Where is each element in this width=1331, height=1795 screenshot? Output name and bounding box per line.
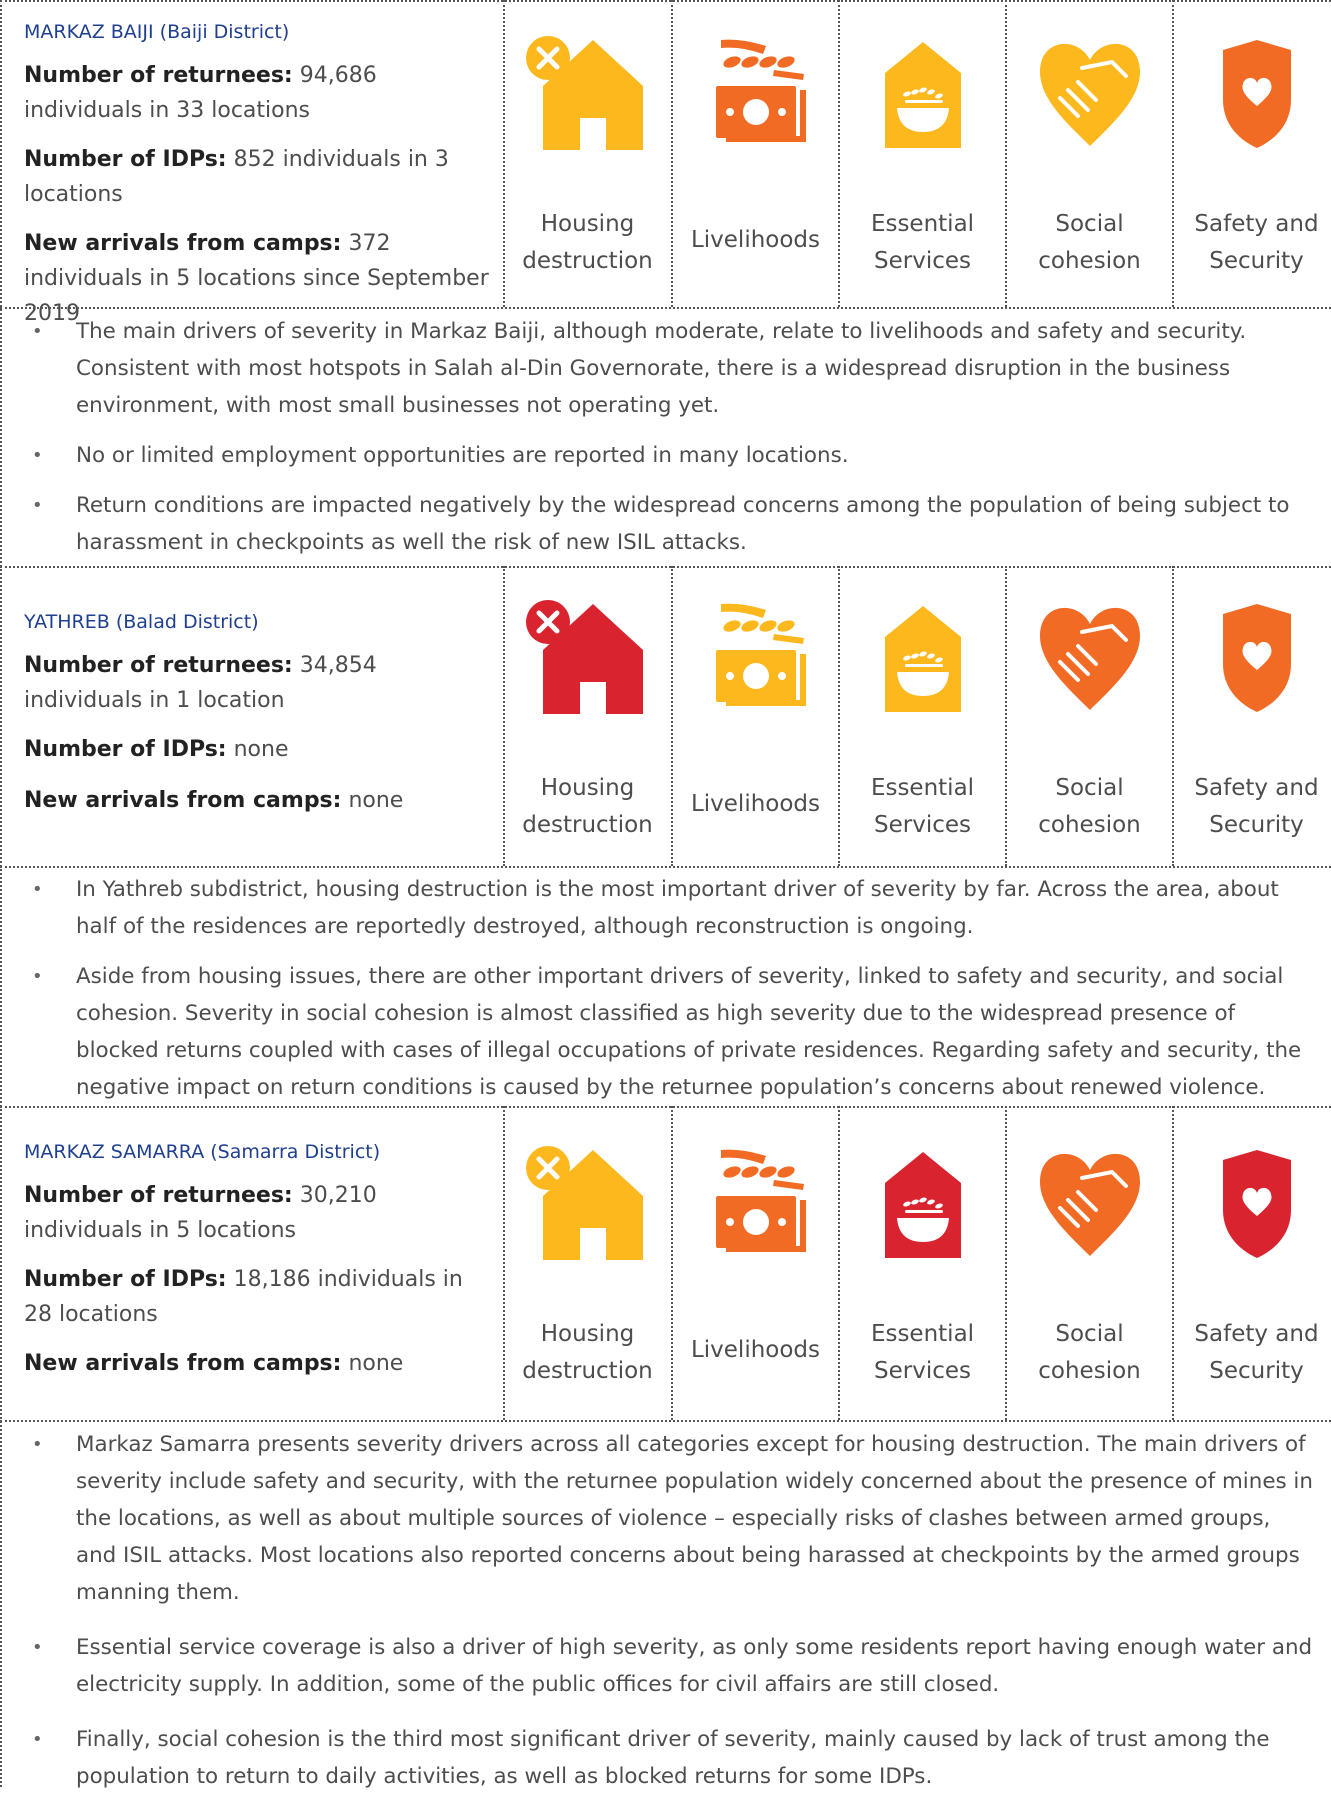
handshake-heart-icon <box>1039 1153 1140 1256</box>
social-label: Social cohesion <box>1038 775 1141 838</box>
report-page: MARKAZ BAIJI (Baiji District) Number of … <box>0 0 1331 1789</box>
list-item: Markaz Samarra presents severity drivers… <box>24 1426 1314 1611</box>
money-wheat-icon <box>715 603 806 706</box>
handshake-heart-icon <box>1039 607 1140 710</box>
divider <box>0 1106 1331 1108</box>
housing-label: Housing destruction <box>522 1321 653 1384</box>
location-title[interactable]: MARKAZ BAIJI (Baiji District) <box>24 20 494 44</box>
location-info-baiji: MARKAZ BAIJI (Baiji District) Number of … <box>24 20 494 331</box>
bullet-list-yathreb: In Yathreb subdistrict, housing destruct… <box>24 871 1314 1106</box>
food-basket-icon <box>884 42 961 148</box>
divider <box>0 566 1331 568</box>
safety-label: Safety and Security <box>1194 211 1319 274</box>
safety-label: Safety and Security <box>1194 775 1319 838</box>
shield-heart-icon <box>1222 1150 1291 1258</box>
shield-heart-icon <box>1222 40 1291 148</box>
idps-stat: Number of IDPs: none <box>24 737 289 762</box>
list-item: The main drivers of severity in Markaz B… <box>24 313 1314 424</box>
list-item: Aside from housing issues, there are oth… <box>24 958 1314 1106</box>
location-title[interactable]: MARKAZ SAMARRA (Samarra District) <box>24 1140 494 1164</box>
list-item: In Yathreb subdistrict, housing destruct… <box>24 871 1314 945</box>
social-column: Social cohesion <box>1007 28 1172 274</box>
house-icon <box>525 1146 643 1260</box>
list-item: Finally, social cohesion is the third mo… <box>24 1721 1314 1795</box>
essential-column: Essential Services <box>840 592 1005 838</box>
social-label: Social cohesion <box>1038 211 1141 274</box>
list-item: Essential service coverage is also a dri… <box>24 1629 1314 1703</box>
safety-column: Safety and Security <box>1174 28 1331 274</box>
bullet-list-samarra: Markaz Samarra presents severity drivers… <box>24 1426 1314 1795</box>
location-info-samarra: MARKAZ SAMARRA (Samarra District) Number… <box>24 1140 494 1381</box>
livelihoods-column: Livelihoods <box>673 28 838 253</box>
arrivals-stat: New arrivals from camps: none <box>24 1351 404 1376</box>
list-item: Return conditions are impacted negativel… <box>24 487 1314 561</box>
safety-label: Safety and Security <box>1194 1321 1319 1384</box>
livelihoods-label: Livelihoods <box>690 1337 821 1363</box>
returnees-stat: Number of returnees: 30,210 individuals … <box>24 1183 377 1243</box>
location-info-yathreb: YATHREB (Balad District) Number of retur… <box>24 610 494 818</box>
bullet-list-baiji: The main drivers of severity in Markaz B… <box>24 313 1314 561</box>
essential-label: Essential Services <box>870 1321 975 1384</box>
house-icon <box>525 600 643 714</box>
housing-label: Housing destruction <box>522 211 653 274</box>
housing-column: Housing destruction <box>505 592 670 838</box>
returnees-stat: Number of returnees: 34,854 individuals … <box>24 653 377 713</box>
essential-column: Essential Services <box>840 1138 1005 1384</box>
shield-heart-icon <box>1222 604 1291 712</box>
divider <box>0 1420 1331 1422</box>
housing-column: Housing destruction <box>505 28 670 274</box>
social-label: Social cohesion <box>1038 1321 1141 1384</box>
returnees-stat: Number of returnees: 94,686 individuals … <box>24 63 377 123</box>
livelihoods-label: Livelihoods <box>690 227 821 253</box>
idps-stat: Number of IDPs: 852 individuals in 3 loc… <box>24 147 449 207</box>
divider <box>0 0 2 1787</box>
divider <box>0 0 1331 2</box>
list-item: No or limited employment opportunities a… <box>24 437 1314 474</box>
idps-stat: Number of IDPs: 18,186 individuals in 28… <box>24 1267 463 1327</box>
money-wheat-icon <box>715 1149 806 1252</box>
handshake-heart-icon <box>1039 43 1140 147</box>
housing-column: Housing destruction <box>505 1138 670 1384</box>
livelihoods-column: Livelihoods <box>673 592 838 817</box>
food-basket-icon <box>884 1152 961 1258</box>
housing-label: Housing destruction <box>522 775 653 838</box>
essential-label: Essential Services <box>870 775 975 838</box>
livelihoods-column: Livelihoods <box>673 1138 838 1363</box>
arrivals-stat: New arrivals from camps: none <box>24 788 404 813</box>
safety-column: Safety and Security <box>1174 1138 1331 1384</box>
essential-label: Essential Services <box>870 211 975 274</box>
house-icon <box>525 36 643 150</box>
safety-column: Safety and Security <box>1174 592 1331 838</box>
essential-column: Essential Services <box>840 28 1005 274</box>
livelihoods-label: Livelihoods <box>690 791 821 817</box>
money-wheat-icon <box>715 39 806 142</box>
divider <box>0 866 1331 868</box>
food-basket-icon <box>884 606 961 712</box>
divider <box>0 307 1331 309</box>
social-column: Social cohesion <box>1007 1138 1172 1384</box>
social-column: Social cohesion <box>1007 592 1172 838</box>
location-title[interactable]: YATHREB (Balad District) <box>24 610 494 634</box>
